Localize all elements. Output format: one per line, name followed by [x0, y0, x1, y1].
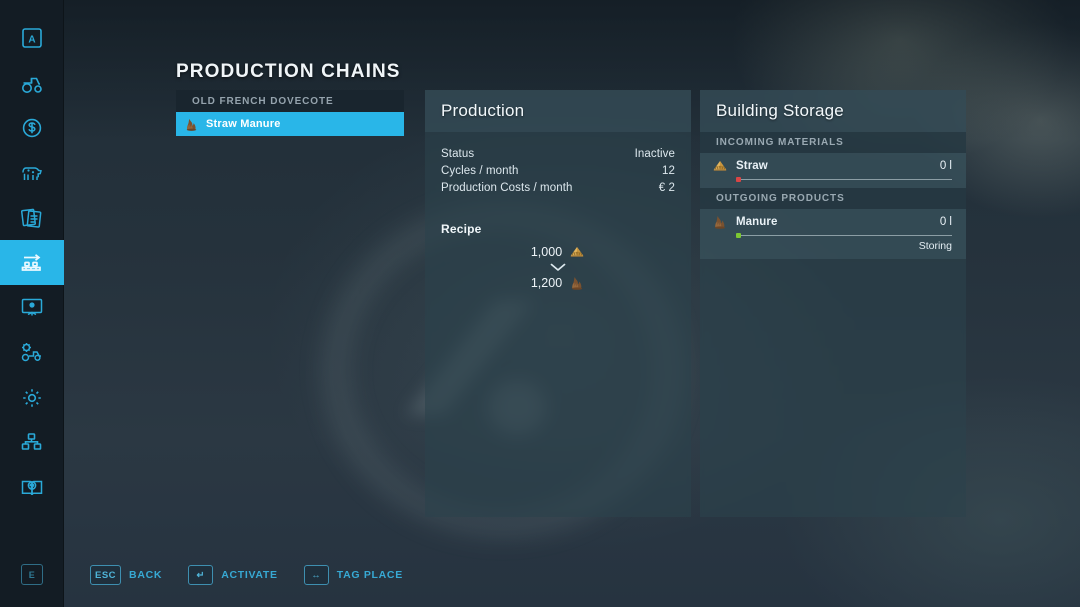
- storage-row[interactable]: Manure 0 l Storing: [700, 209, 966, 259]
- contracts-icon: [19, 205, 45, 231]
- list-item[interactable]: Straw Manure: [176, 112, 404, 136]
- sidebar-item-finances[interactable]: [0, 105, 64, 150]
- key-hint-label: TAG PLACE: [336, 569, 403, 581]
- key-badge-enter: ↵: [188, 565, 214, 585]
- storage-row-top: Manure 0 l: [712, 214, 952, 230]
- ai-worker-icon: [19, 295, 45, 321]
- animals-icon: [19, 160, 45, 186]
- sidebar-item-key-e[interactable]: E: [0, 552, 64, 597]
- manure-icon: [569, 275, 585, 291]
- screen-root: A? E PRODUCTION CHAINS OLD FRENCH DOVECO…: [0, 0, 1080, 607]
- sidebar-item-map-overview[interactable]: [0, 420, 64, 465]
- sidebar-item-help[interactable]: ?: [0, 465, 64, 510]
- straw-icon: [569, 244, 585, 260]
- sidebar-item-contracts[interactable]: [0, 195, 64, 240]
- storage-item-name: Manure: [736, 216, 778, 228]
- list-group-header: OLD FRENCH DOVECOTE: [176, 90, 404, 112]
- storage-sections: INCOMING MATERIALS Straw 0 l OUTGOING PROD…: [700, 132, 966, 259]
- key-hint-label: BACK: [129, 569, 163, 581]
- chevron-down-icon: [550, 262, 566, 274]
- recipe-output-amount: 1,200: [530, 276, 563, 290]
- svg-text:A: A: [28, 34, 35, 45]
- construction-icon: [19, 340, 45, 366]
- svg-text:?: ?: [30, 483, 34, 490]
- recipe-heading: Recipe: [441, 222, 482, 236]
- storage-fill-bar: [736, 233, 952, 238]
- map-overview-icon: [19, 430, 45, 456]
- storage-item-name: Straw: [736, 160, 768, 172]
- storage-row[interactable]: Straw 0 l: [700, 153, 966, 188]
- key-hint[interactable]: ↵ ACTIVATE: [188, 565, 278, 585]
- key-badge-leftright: ↔: [303, 565, 329, 585]
- stat-label: Cycles / month: [441, 165, 519, 177]
- sidebar-item-key-a[interactable]: A: [0, 15, 64, 60]
- production-panel-body: Status Inactive Cycles / month 12 Production…: [425, 132, 691, 291]
- storage-fill-bar: [736, 177, 952, 182]
- page-title: PRODUCTION CHAINS: [176, 61, 401, 82]
- storage-item-amount: 0 l: [939, 160, 952, 172]
- storage-item-amount: 0 l: [939, 216, 952, 228]
- manure-icon: [712, 214, 728, 230]
- production-panel-title: Production: [441, 101, 525, 120]
- key-hint-bar: ESC BACK ↵ ACTIVATE ↔ TAG PLACE: [90, 565, 403, 585]
- left-sidebar: A? E: [0, 0, 64, 607]
- sidebar-item-settings[interactable]: [0, 375, 64, 420]
- key-hint[interactable]: ↔ TAG PLACE: [303, 565, 403, 585]
- storage-bar-track: [741, 179, 952, 180]
- manure-icon: [184, 117, 199, 132]
- key-hint[interactable]: ESC BACK: [90, 565, 162, 585]
- key-hint-label: ACTIVATE: [221, 569, 278, 581]
- stat-row: Cycles / month 12: [441, 163, 675, 179]
- recipe-input-amount: 1,000: [530, 245, 563, 259]
- sidebar-item-construction[interactable]: [0, 330, 64, 375]
- stat-value: Inactive: [634, 148, 675, 160]
- building-storage-panel: Building Storage INCOMING MATERIALS Stra…: [700, 90, 966, 517]
- stat-label: Status: [441, 148, 475, 160]
- stat-label: Production Costs / month: [441, 182, 573, 194]
- storage-section-header: INCOMING MATERIALS: [700, 132, 966, 153]
- sidebar-item-vehicles[interactable]: [0, 60, 64, 105]
- production-panel: Production Status Inactive Cycles / month 1…: [425, 90, 691, 517]
- list-item-label: Straw Manure: [206, 118, 281, 130]
- production-icon: [19, 250, 45, 276]
- finances-icon: [19, 115, 45, 141]
- storage-bar-track: [741, 235, 952, 236]
- stat-row: Status Inactive: [441, 146, 675, 162]
- storage-row-top: Straw 0 l: [712, 158, 952, 174]
- sidebar-item-production-chains[interactable]: [0, 240, 64, 285]
- key-a-icon: A: [19, 25, 45, 51]
- production-panel-header: Production: [425, 90, 691, 132]
- sidebar-bottom: E: [0, 552, 64, 597]
- storage-section-header: OUTGOING PRODUCTS: [700, 188, 966, 209]
- storage-item-status: Storing: [918, 240, 952, 252]
- storage-panel-header: Building Storage: [700, 90, 966, 132]
- stat-value: 12: [662, 165, 675, 177]
- help-book-icon: ?: [19, 475, 45, 501]
- sidebar-item-ai-workers[interactable]: [0, 285, 64, 330]
- gear-icon: [19, 385, 45, 411]
- sidebar-item-animals[interactable]: [0, 150, 64, 195]
- recipe-input-line: 1,000: [531, 244, 585, 260]
- recipe-body: 1,000 1,200: [441, 244, 675, 291]
- storage-panel-title: Building Storage: [716, 101, 844, 120]
- recipe-output-line: 1,200: [531, 275, 585, 291]
- straw-icon: [712, 158, 728, 174]
- key-badge-ESC: ESC: [90, 565, 122, 585]
- production-list-panel: OLD FRENCH DOVECOTE Straw Manure: [176, 90, 404, 136]
- stat-value: € 2: [658, 182, 675, 194]
- stat-row: Production Costs / month € 2: [441, 180, 675, 196]
- tractor-icon: [19, 70, 45, 96]
- key-e-badge: E: [21, 564, 43, 585]
